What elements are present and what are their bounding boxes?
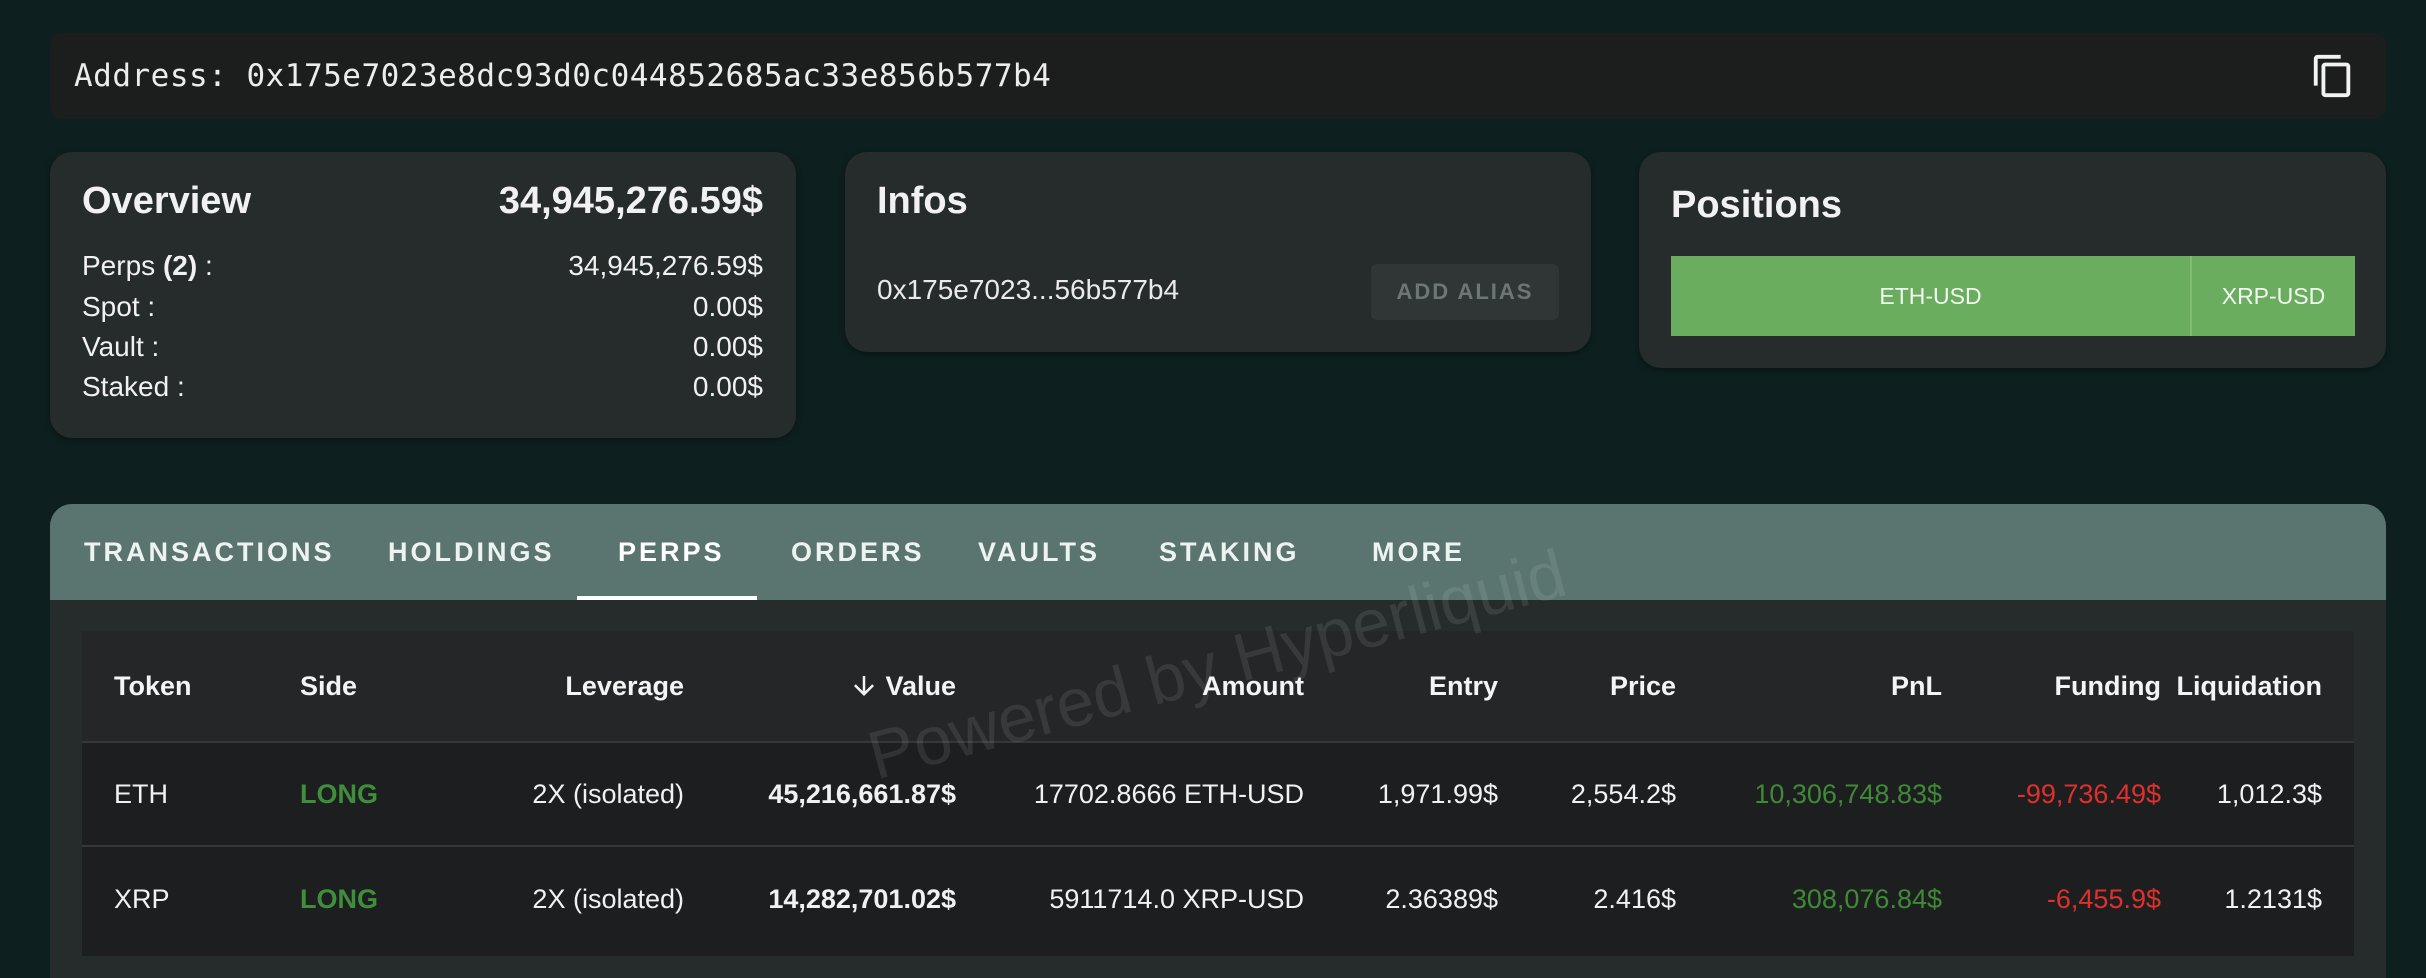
position-segment-xrp[interactable]: XRP-USD <box>2192 256 2355 336</box>
column-header-leverage[interactable]: Leverage <box>565 631 684 741</box>
cell-liquidation: 1,012.3$ <box>2216 778 2322 809</box>
infos-short-address: 0x175e7023...56b577b4 <box>877 274 1180 305</box>
table-row[interactable]: ETH LONG 2X (isolated) 45,216,661.87$ 17… <box>82 743 2354 847</box>
column-header-liquidation[interactable]: Liquidation <box>2177 631 2322 741</box>
cell-funding: -6,455.9$ <box>2046 883 2161 914</box>
cell-funding: -99,736.49$ <box>2016 778 2161 809</box>
cell-amount: 5911714.0 XRP-USD <box>1049 883 1304 914</box>
tab-staking[interactable]: STAKING <box>1159 504 1300 600</box>
column-header-price[interactable]: Price <box>1610 631 1676 741</box>
column-header-value-label: Value <box>885 670 956 701</box>
column-header-amount[interactable]: Amount <box>1202 631 1304 741</box>
tab-holdings[interactable]: HOLDINGS <box>388 504 555 600</box>
cell-entry: 2.36389$ <box>1385 883 1498 914</box>
cell-entry: 1,971.99$ <box>1377 778 1498 809</box>
arrow-down-icon <box>854 676 875 696</box>
cell-leverage: 2X (isolated) <box>532 778 684 809</box>
cell-token: XRP <box>114 883 170 914</box>
tab-bar: TRANSACTIONS HOLDINGS PERPS ORDERS VAULT… <box>50 504 2386 600</box>
active-tab-indicator <box>577 596 757 600</box>
overview-value-vault: 0.00$ <box>692 331 763 362</box>
cell-token: ETH <box>114 778 168 809</box>
overview-value-staked: 0.00$ <box>692 371 763 402</box>
copy-icon[interactable] <box>2310 53 2356 99</box>
positions-card: Positions ETH-USD XRP-USD <box>1639 152 2386 368</box>
column-header-value[interactable]: Value <box>849 631 956 741</box>
cell-value: 14,282,701.02$ <box>768 883 956 914</box>
column-header-pnl[interactable]: PnL <box>1891 631 1942 741</box>
overview-row-staked: Staked : 0.00$ <box>82 367 763 407</box>
overview-label-perps: Perps (2) : <box>82 250 213 281</box>
column-header-token[interactable]: Token <box>114 631 192 741</box>
tab-orders[interactable]: ORDERS <box>791 504 925 600</box>
table-row[interactable]: XRP LONG 2X (isolated) 14,282,701.02$ 59… <box>82 847 2354 951</box>
position-segment-eth[interactable]: ETH-USD <box>1671 256 2192 336</box>
table-header-row: Token Side Leverage Value Amount Entry P… <box>82 631 2354 743</box>
tab-more[interactable]: MORE <box>1372 504 1465 600</box>
overview-label-spot: Spot : <box>82 291 156 322</box>
overview-value-spot: 0.00$ <box>692 291 763 322</box>
positions-bar: ETH-USD XRP-USD <box>1671 256 2355 336</box>
overview-card: Overview 34,945,276.59$ Perps (2) : 34,9… <box>50 152 796 438</box>
overview-label-staked: Staked : <box>82 371 185 402</box>
overview-title: Overview <box>82 180 251 222</box>
tab-vaults[interactable]: VAULTS <box>978 504 1100 600</box>
overview-value-perps: 34,945,276.59$ <box>568 250 763 281</box>
infos-card: Infos 0x175e7023...56b577b4 ADD ALIAS <box>845 152 1591 352</box>
cell-liquidation: 1.2131$ <box>2224 883 2322 914</box>
cell-pnl: 308,076.84$ <box>1791 883 1942 914</box>
cell-price: 2.416$ <box>1593 883 1676 914</box>
cell-side: LONG <box>300 883 378 914</box>
column-header-funding[interactable]: Funding <box>2055 631 2161 741</box>
column-header-entry[interactable]: Entry <box>1429 631 1498 741</box>
cell-leverage: 2X (isolated) <box>532 883 684 914</box>
cell-pnl: 10,306,748.83$ <box>1754 778 1942 809</box>
overview-total: 34,945,276.59$ <box>498 180 763 222</box>
cell-value: 45,216,661.87$ <box>768 778 956 809</box>
column-header-side[interactable]: Side <box>300 631 357 741</box>
infos-title: Infos <box>877 180 968 222</box>
perps-table: Token Side Leverage Value Amount Entry P… <box>82 631 2354 956</box>
add-alias-button[interactable]: ADD ALIAS <box>1371 264 1559 320</box>
cell-price: 2,554.2$ <box>1570 778 1676 809</box>
overview-label-vault: Vault : <box>82 331 160 362</box>
tab-perps[interactable]: PERPS <box>618 504 725 600</box>
overview-row-vault: Vault : 0.00$ <box>82 327 763 367</box>
address-bar: Address: 0x175e7023e8dc93d0c044852685ac3… <box>50 33 2386 119</box>
cell-side: LONG <box>300 778 378 809</box>
cell-amount: 17702.8666 ETH-USD <box>1033 778 1304 809</box>
tabs-panel: TRANSACTIONS HOLDINGS PERPS ORDERS VAULT… <box>50 504 2386 978</box>
address-text: Address: 0x175e7023e8dc93d0c044852685ac3… <box>74 58 1052 94</box>
overview-row-spot: Spot : 0.00$ <box>82 287 763 327</box>
positions-title: Positions <box>1671 184 1843 226</box>
overview-row-perps: Perps (2) : 34,945,276.59$ <box>82 246 763 286</box>
tab-transactions[interactable]: TRANSACTIONS <box>84 504 335 600</box>
